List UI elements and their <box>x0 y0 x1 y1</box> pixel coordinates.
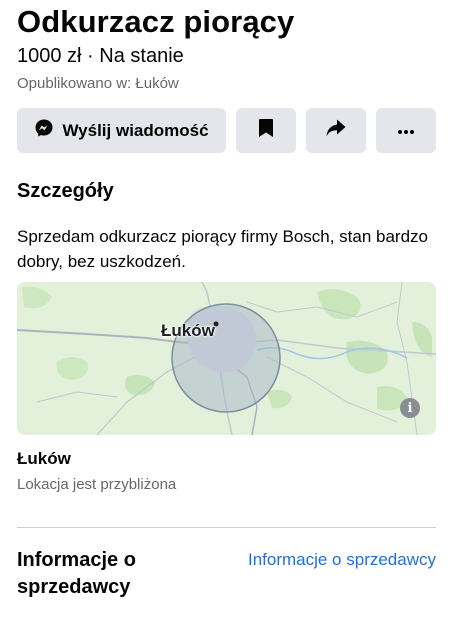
published-location: Opublikowano w: Łuków <box>17 75 179 92</box>
location-name: Łuków <box>17 449 71 468</box>
map-city-label: Łuków <box>161 321 215 340</box>
more-options-button[interactable] <box>376 108 436 153</box>
more-dots-icon <box>397 122 415 140</box>
save-button[interactable] <box>236 108 296 153</box>
details-heading: Szczegóły <box>17 180 114 202</box>
share-button[interactable] <box>306 108 366 153</box>
price-availability: 1000 zł · Na stanie <box>17 45 184 67</box>
messenger-icon <box>34 118 54 143</box>
section-divider <box>17 527 436 528</box>
map-info-icon[interactable]: i <box>400 398 420 418</box>
send-message-label: Wyślij wiadomość <box>62 120 209 140</box>
seller-info-link[interactable]: Informacje o sprzedawcy <box>248 550 436 570</box>
listing-title: Odkurzacz piorący <box>17 4 295 39</box>
map-graphic <box>17 282 436 435</box>
share-arrow-icon <box>325 118 347 143</box>
location-approximate-note: Lokacja jest przybliżona <box>17 476 177 493</box>
listing-description: Sprzedam odkurzacz piorący firmy Bosch, … <box>17 227 429 271</box>
send-message-button[interactable]: Wyślij wiadomość <box>17 108 226 153</box>
seller-info-heading: Informacje o sprzedawcy <box>17 549 136 598</box>
location-map[interactable]: Łuków i <box>17 282 436 435</box>
bookmark-icon <box>258 118 274 143</box>
